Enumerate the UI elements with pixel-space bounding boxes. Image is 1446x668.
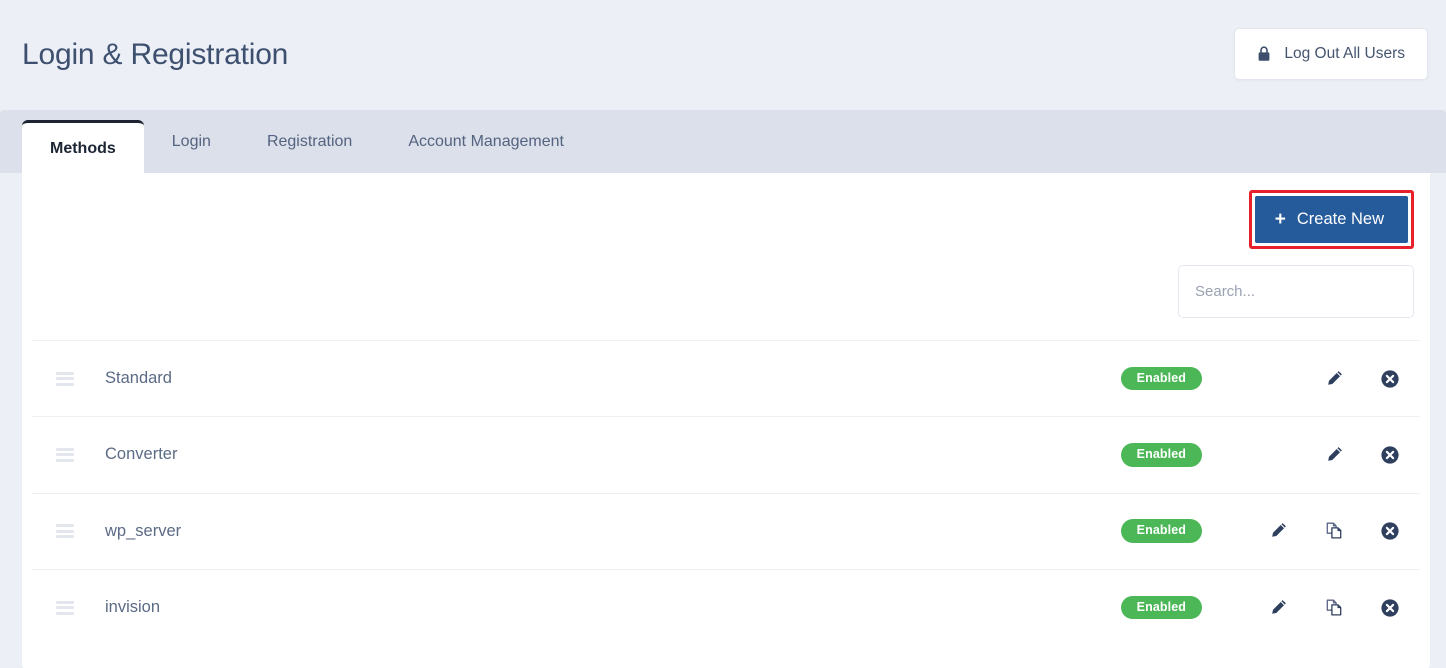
method-name: Standard: [105, 369, 172, 388]
create-new-label: Create New: [1296, 209, 1384, 228]
row-actions: [1248, 360, 1418, 398]
table-row[interactable]: Standard Enabled: [32, 340, 1420, 416]
delete-icon[interactable]: [1362, 360, 1418, 398]
tab-account-management-label: Account Management: [408, 132, 564, 150]
plus-icon: +: [1274, 208, 1286, 230]
method-name: Converter: [105, 445, 178, 464]
row-actions: [1248, 436, 1418, 474]
copy-icon[interactable]: [1306, 589, 1362, 627]
tab-bar: Methods Login Registration Account Manag…: [0, 110, 1446, 173]
tab-login[interactable]: Login: [144, 110, 239, 173]
method-name: invision: [105, 598, 161, 617]
status-badge: Enabled: [1120, 595, 1202, 620]
methods-panel: + Create New Standard Enabled: [22, 173, 1430, 668]
drag-handle-icon[interactable]: [56, 371, 74, 386]
action-placeholder: [1250, 436, 1306, 474]
row-actions: [1248, 512, 1418, 550]
tab-account-management[interactable]: Account Management: [380, 110, 592, 173]
page-header: Login & Registration Log Out All Users: [0, 0, 1446, 110]
edit-icon[interactable]: [1306, 360, 1362, 398]
tab-registration-label: Registration: [266, 132, 353, 150]
drag-handle-icon[interactable]: [56, 524, 74, 539]
header-actions: Log Out All Users: [1234, 28, 1428, 80]
lock-icon: [1257, 46, 1271, 62]
drag-handle-icon[interactable]: [56, 600, 74, 615]
copy-icon[interactable]: [1306, 512, 1362, 550]
status-badge: Enabled: [1120, 443, 1202, 467]
page-title: Login & Registration: [22, 38, 289, 71]
delete-icon[interactable]: [1362, 589, 1418, 627]
edit-icon[interactable]: [1250, 512, 1306, 550]
delete-icon[interactable]: [1362, 512, 1418, 550]
tab-login-label: Login: [171, 132, 211, 150]
row-actions: [1248, 589, 1418, 627]
create-new-button[interactable]: + Create New: [1254, 195, 1408, 243]
methods-list: Standard Enabled Converter Enabled wp_se…: [22, 340, 1430, 645]
tab-registration[interactable]: Registration: [239, 110, 380, 173]
create-new-highlight-outline: + Create New: [1248, 189, 1414, 249]
method-name: wp_server: [105, 521, 182, 540]
panel-toolbar: + Create New: [22, 173, 1430, 265]
status-badge: Enabled: [1120, 519, 1202, 543]
action-placeholder: [1250, 360, 1306, 398]
table-row[interactable]: invision Enabled: [32, 568, 1420, 645]
tab-methods[interactable]: Methods: [22, 120, 144, 173]
table-row[interactable]: Converter Enabled: [32, 416, 1420, 492]
log-out-all-users-label: Log Out All Users: [1284, 45, 1405, 62]
edit-icon[interactable]: [1250, 589, 1306, 627]
table-row[interactable]: wp_server Enabled: [32, 492, 1420, 569]
log-out-all-users-button[interactable]: Log Out All Users: [1234, 28, 1428, 80]
delete-icon[interactable]: [1362, 436, 1418, 474]
search-input[interactable]: [1178, 265, 1414, 318]
search-row: [22, 265, 1430, 340]
tab-methods-label: Methods: [50, 140, 116, 157]
edit-icon[interactable]: [1306, 436, 1362, 474]
drag-handle-icon[interactable]: [56, 447, 74, 462]
status-badge: Enabled: [1120, 366, 1202, 391]
